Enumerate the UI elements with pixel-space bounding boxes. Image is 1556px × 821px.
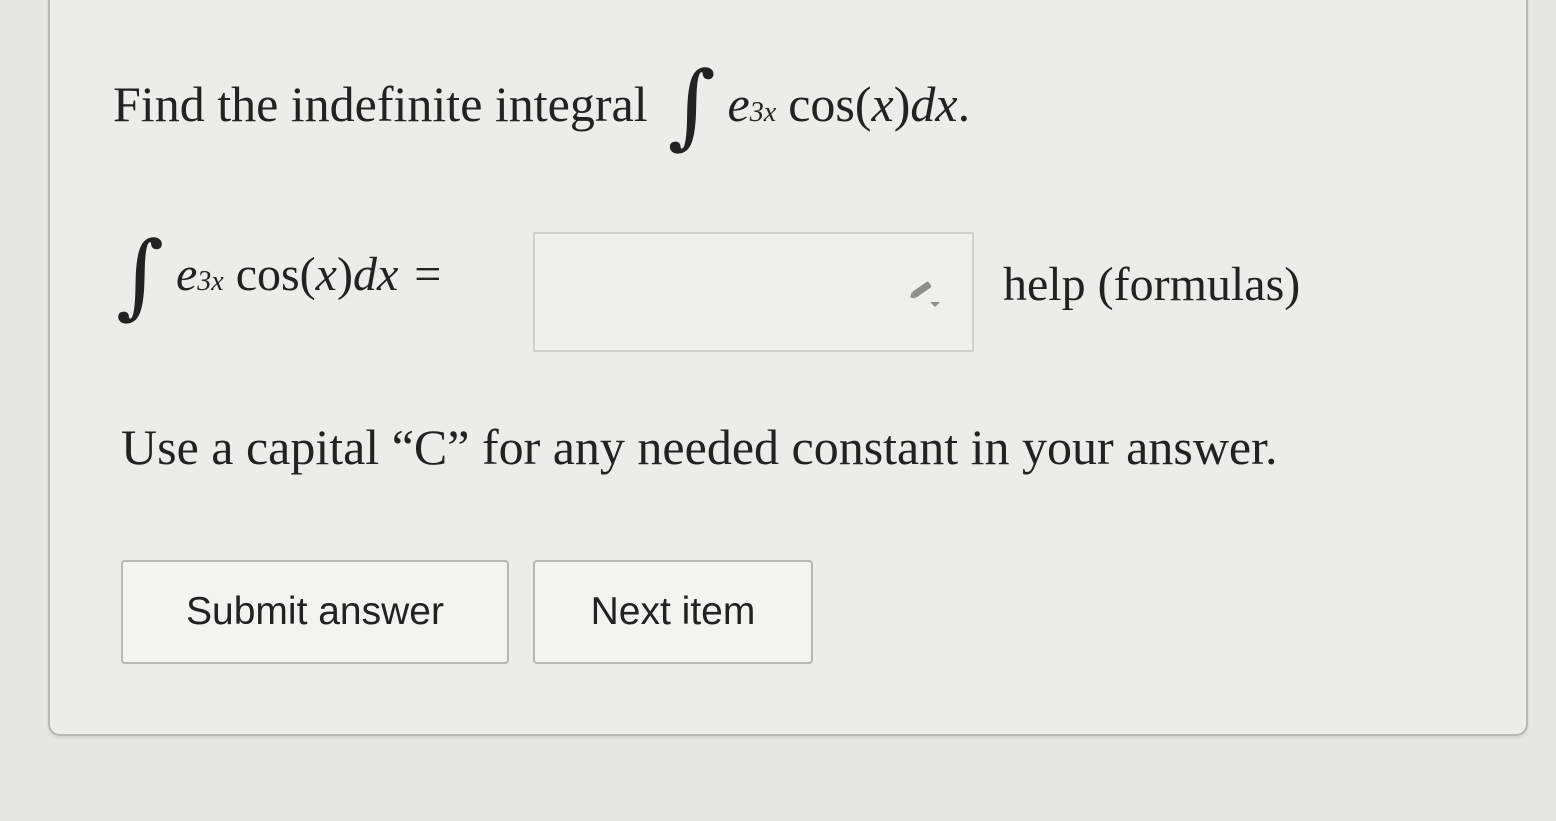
answer-cos-close-paren: ) <box>336 247 353 301</box>
integral-expression: e 3x cos( x ) dx . <box>727 76 971 132</box>
question-text: Find the indefinite integral ∫ e 3x cos(… <box>113 52 971 159</box>
equals-sign: = <box>414 247 442 301</box>
constant-note: Use a capital “C” for any needed constan… <box>121 419 1278 475</box>
submit-answer-button[interactable]: Submit answer <box>121 560 509 664</box>
answer-cos-variable: x <box>315 247 337 301</box>
pencil-dropdown-icon[interactable] <box>908 278 942 308</box>
cos-function: cos( <box>788 76 872 132</box>
cos-close-paren: ) <box>893 76 911 132</box>
help-formulas-link[interactable]: help (formulas) <box>1003 257 1300 312</box>
differential: dx <box>910 76 958 132</box>
answer-input[interactable] <box>533 232 974 352</box>
answer-expression: e 3x cos( x ) dx = <box>175 247 442 301</box>
answer-row: ∫ e 3x cos( x ) dx = <box>116 222 442 329</box>
integral-symbol: ∫ <box>667 52 716 159</box>
exp-base: e <box>727 76 750 132</box>
next-item-button[interactable]: Next item <box>533 560 813 664</box>
cos-variable: x <box>871 76 894 132</box>
question-period: . <box>957 76 971 132</box>
question-prefix: Find the indefinite integral <box>113 76 648 132</box>
answer-cos-function: cos( <box>235 247 316 301</box>
answer-differential: dx <box>352 247 399 301</box>
answer-integral-symbol: ∫ <box>116 222 164 329</box>
answer-exp-base: e <box>175 247 198 301</box>
